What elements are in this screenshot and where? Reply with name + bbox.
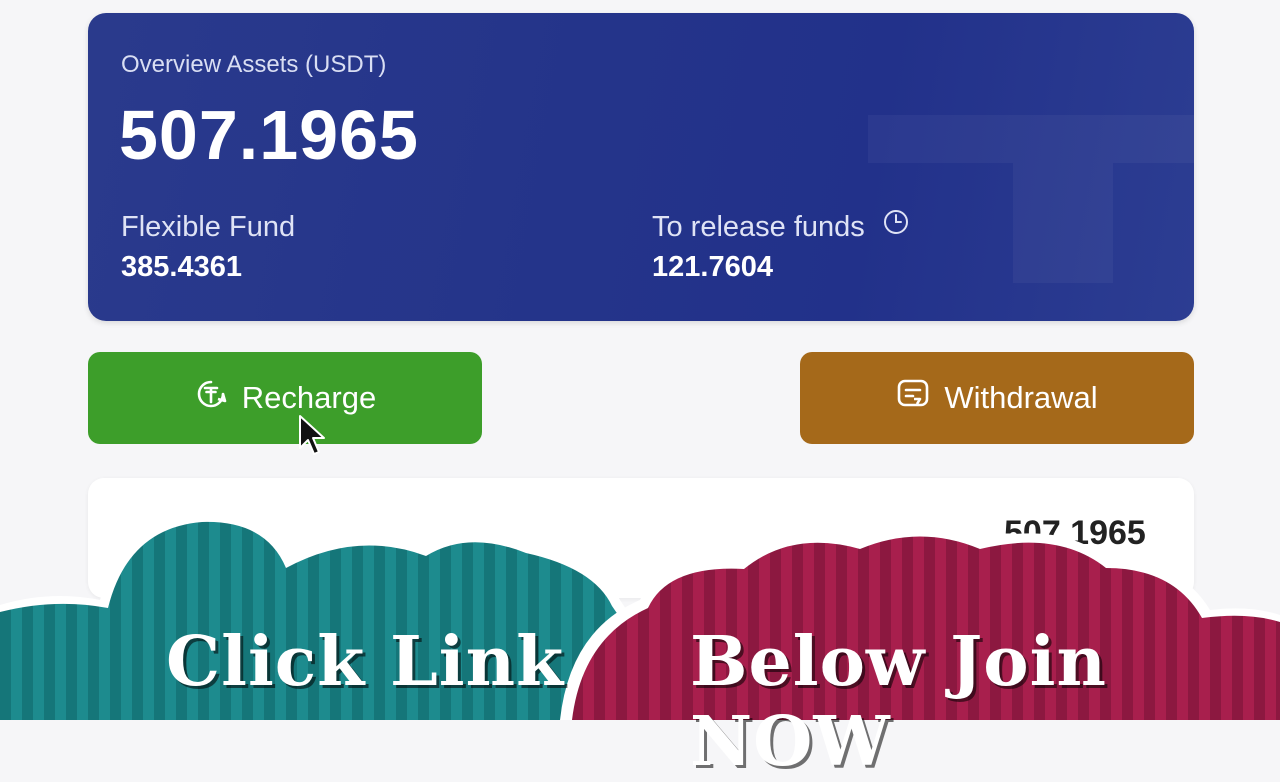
withdrawal-label: Withdrawal xyxy=(944,380,1098,415)
watermark-stem xyxy=(1013,163,1113,283)
mouse-pointer-icon xyxy=(298,414,328,463)
assets-title: Overview Assets (USDT) xyxy=(121,51,387,78)
banner-right-text: Below Join NOW xyxy=(690,622,1107,782)
list-item-value: 507.1965 xyxy=(1004,514,1146,552)
recharge-button[interactable]: Recharge xyxy=(88,352,482,444)
watermark-bar xyxy=(868,115,1194,163)
withdrawal-button[interactable]: Withdrawal xyxy=(800,352,1194,444)
flexible-fund-label: Flexible Fund xyxy=(121,211,296,243)
flexible-fund-value: 385.4361 xyxy=(121,251,242,283)
clock-icon[interactable] xyxy=(883,209,909,243)
assets-total: 507.1965 xyxy=(119,96,419,174)
banner-left-text: Click Link xyxy=(166,622,565,702)
usdt-recharge-icon xyxy=(194,377,228,419)
withdrawal-icon xyxy=(896,377,930,419)
asset-overview-card: Overview Assets (USDT) 507.1965 Flexible… xyxy=(88,13,1194,321)
recharge-label: Recharge xyxy=(241,380,377,415)
release-funds-label-row: To release funds xyxy=(652,209,909,244)
release-funds-value: 121.7604 xyxy=(652,251,773,283)
release-funds-label: To release funds xyxy=(652,211,865,243)
